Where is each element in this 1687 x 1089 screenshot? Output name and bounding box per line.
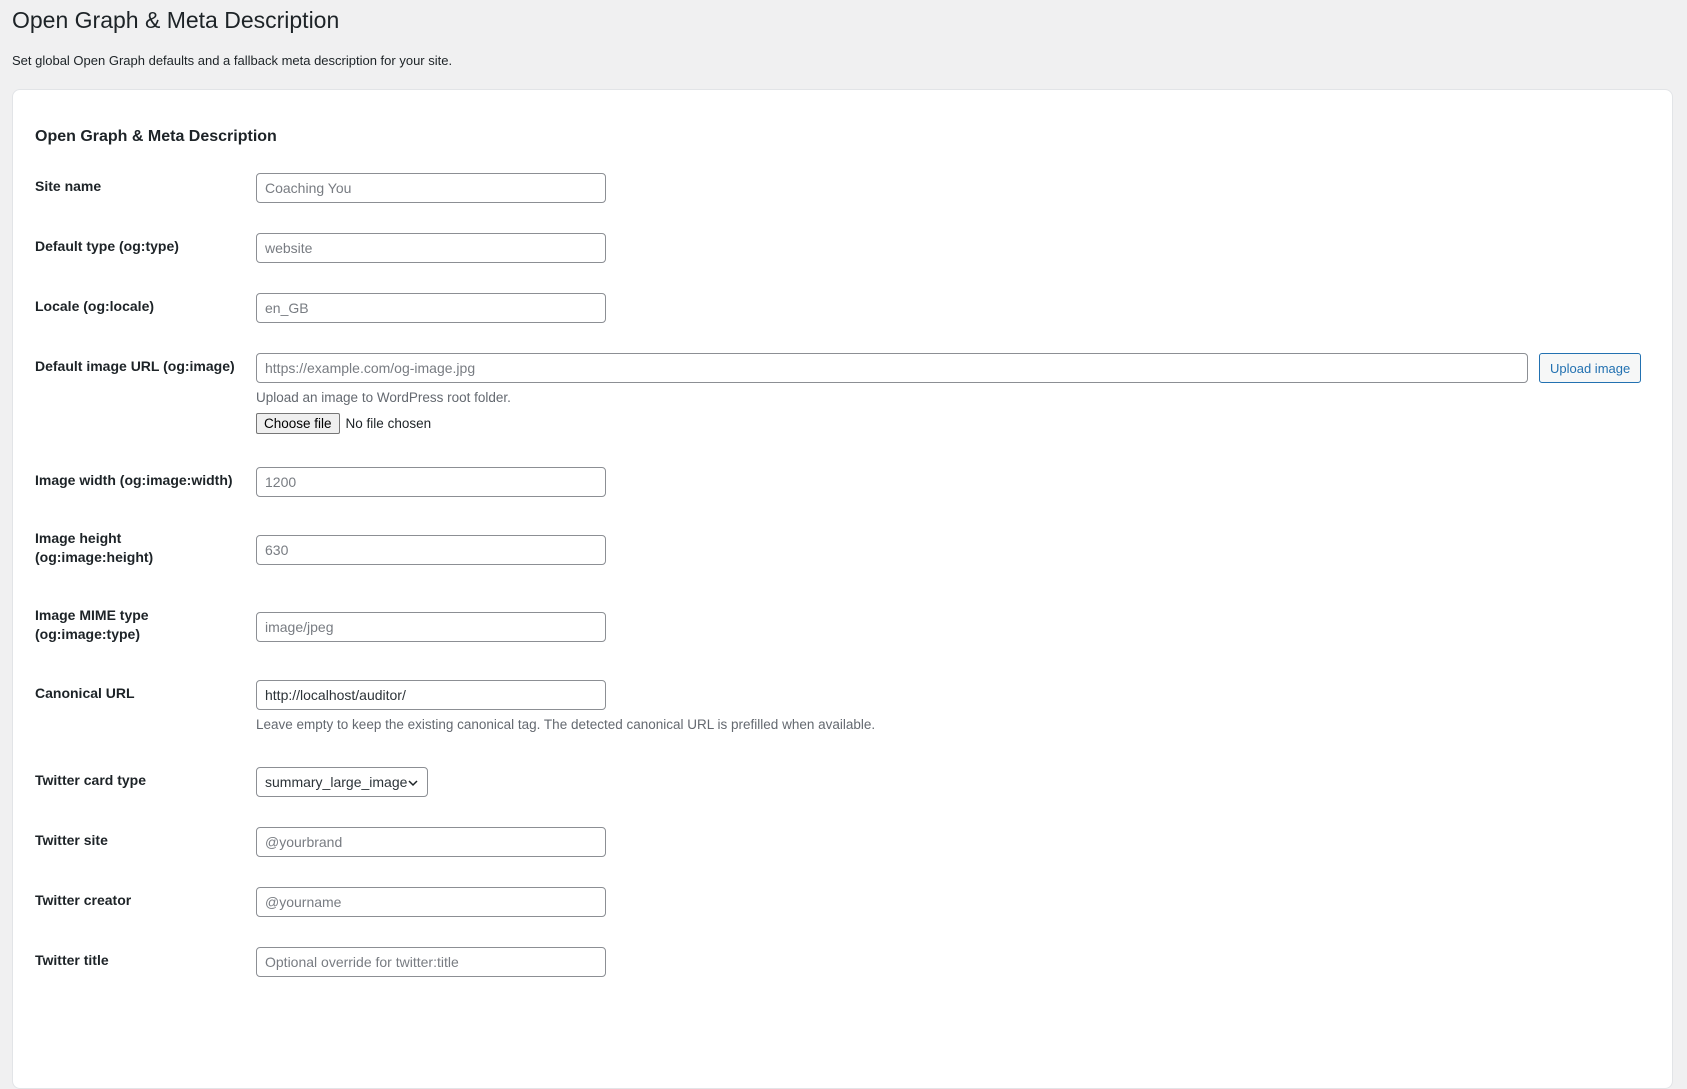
og-image-type-input[interactable] <box>256 612 606 642</box>
og-image-input[interactable] <box>256 353 1528 383</box>
file-status: No file chosen <box>345 416 432 431</box>
file-input: Choose file No file chosen <box>256 413 431 434</box>
canonical-url-label: Canonical URL <box>35 685 135 701</box>
page-description: Set global Open Graph defaults and a fal… <box>12 53 453 68</box>
og-image-height-label: Image height (og:image:height) <box>35 529 235 567</box>
twitter-card-label: Twitter card type <box>35 772 146 788</box>
og-image-type-label-line2: (og:image:type) <box>35 626 140 642</box>
site-name-input[interactable] <box>256 173 606 203</box>
og-image-type-label-line1: Image MIME type <box>35 607 149 623</box>
og-image-label: Default image URL (og:image) <box>35 358 235 374</box>
twitter-title-input[interactable] <box>256 947 606 977</box>
og-image-help: Upload an image to WordPress root folder… <box>256 390 511 405</box>
og-locale-input[interactable] <box>256 293 606 323</box>
canonical-url-input[interactable] <box>256 680 606 710</box>
og-image-type-label: Image MIME type (og:image:type) <box>35 606 235 644</box>
og-type-input[interactable] <box>256 233 606 263</box>
og-image-width-input[interactable] <box>256 467 606 497</box>
canonical-url-help: Leave empty to keep the existing canonic… <box>256 717 876 732</box>
twitter-site-input[interactable] <box>256 827 606 857</box>
twitter-card-select[interactable]: summary_large_image <box>256 767 428 797</box>
chevron-down-icon <box>407 776 419 788</box>
og-image-height-label-line1: Image height <box>35 530 122 546</box>
twitter-creator-input[interactable] <box>256 887 606 917</box>
og-image-height-label-line2: (og:image:height) <box>35 549 154 565</box>
twitter-card-selected: summary_large_image <box>265 774 408 790</box>
card-title: Open Graph & Meta Description <box>35 128 277 145</box>
page-title: Open Graph & Meta Description <box>12 7 340 33</box>
settings-card: Open Graph & Meta Description Site name … <box>12 89 1673 1089</box>
twitter-title-label: Twitter title <box>35 952 109 968</box>
choose-file-button[interactable]: Choose file <box>256 413 340 434</box>
og-image-width-label: Image width (og:image:width) <box>35 472 233 488</box>
og-image-height-input[interactable] <box>256 535 606 565</box>
twitter-creator-label: Twitter creator <box>35 892 132 908</box>
og-type-label: Default type (og:type) <box>35 238 179 254</box>
site-name-label: Site name <box>35 178 102 194</box>
og-locale-label: Locale (og:locale) <box>35 298 155 314</box>
twitter-site-label: Twitter site <box>35 832 108 848</box>
upload-image-button[interactable]: Upload image <box>1539 353 1642 383</box>
